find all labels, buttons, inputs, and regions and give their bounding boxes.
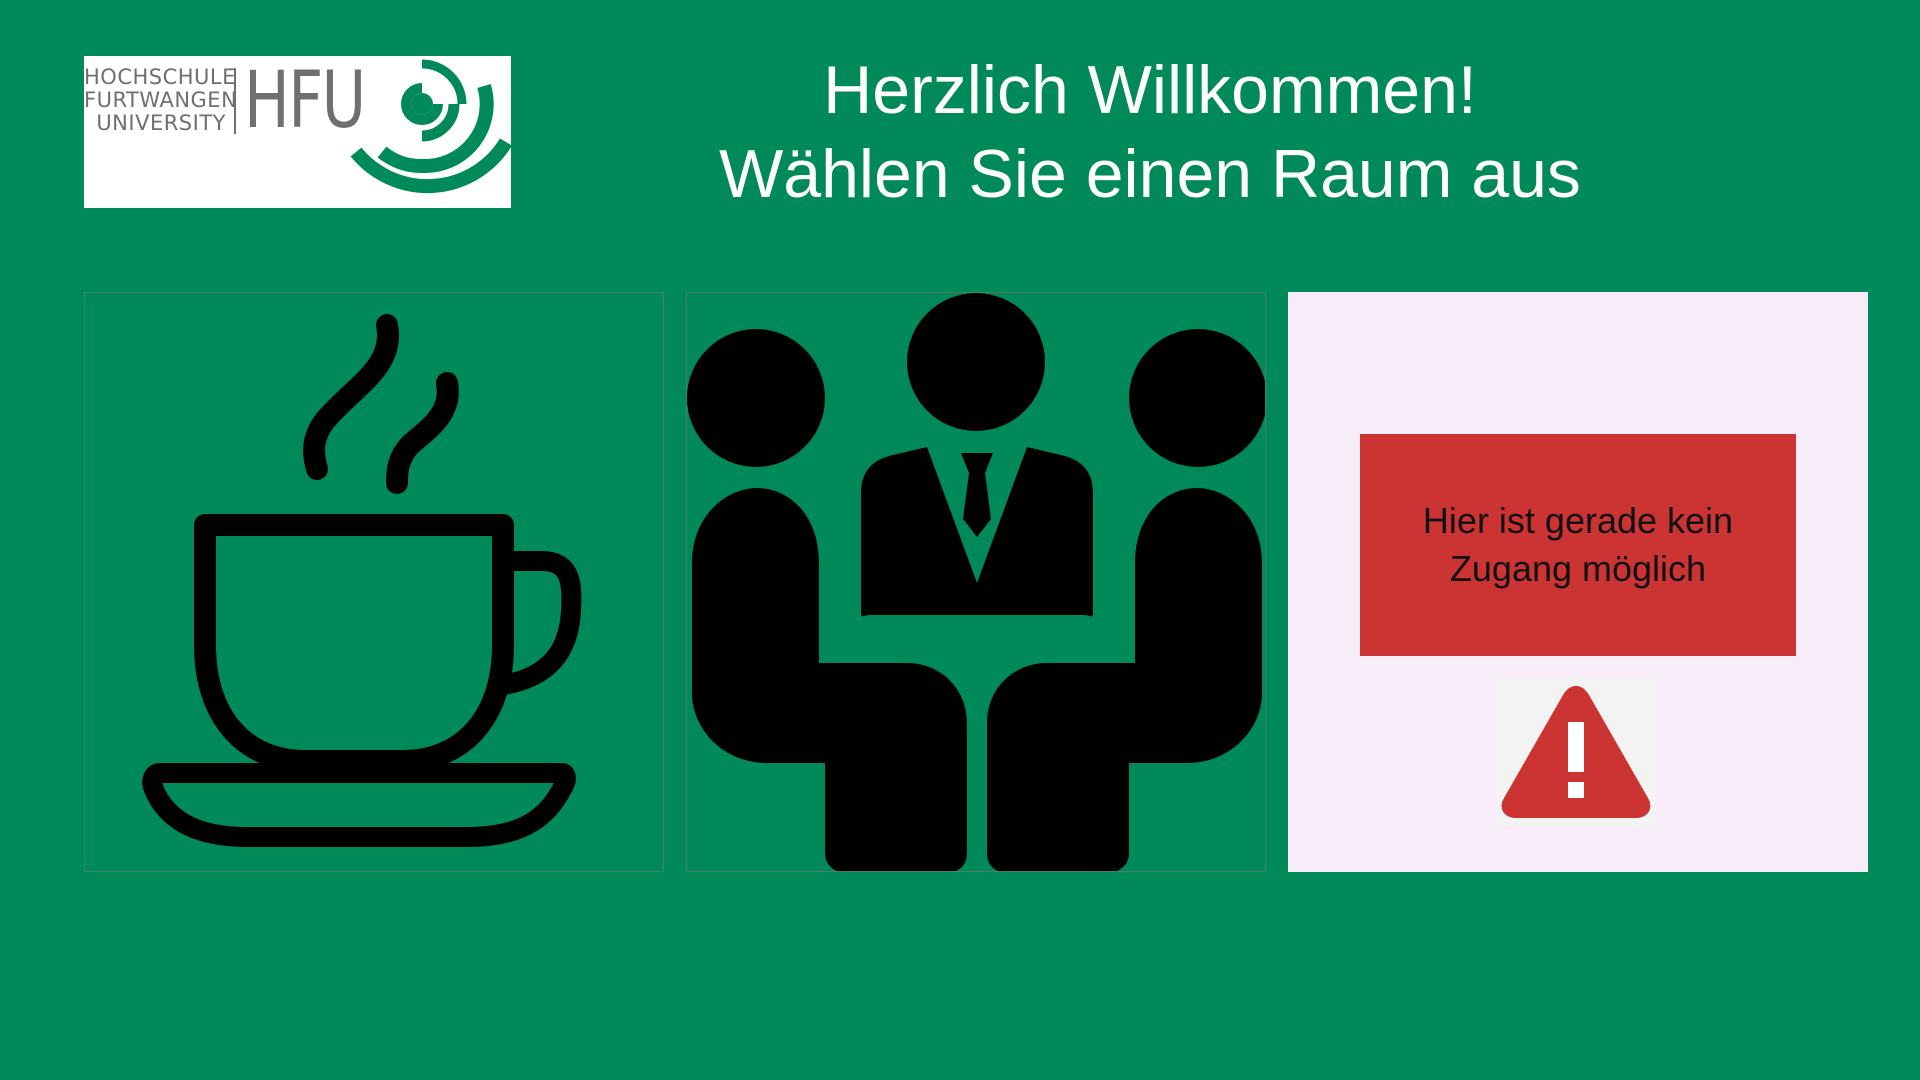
access-denied-text: Hier ist gerade kein Zugang möglich	[1422, 500, 1734, 589]
coffee-cup-icon	[142, 314, 582, 847]
warning-icon	[1501, 686, 1651, 818]
welcome-screen: HOCHSCHULE FURTWANGEN UNIVERSITY HFU Her…	[0, 0, 1920, 1080]
welcome-title: Herzlich Willkommen!	[823, 52, 1477, 128]
logo-line-1: HOCHSCHULE	[84, 65, 236, 89]
warning-icon-container	[1496, 678, 1656, 826]
room-tile-locked: Hier ist gerade kein Zugang möglich	[1288, 292, 1868, 872]
welcome-heading: Herzlich Willkommen! Wählen Sie einen Ra…	[650, 48, 1650, 216]
logo-mark-icon	[350, 59, 511, 194]
meeting-people-icon	[687, 293, 1265, 871]
logo-university-name: HOCHSCHULE FURTWANGEN UNIVERSITY	[84, 65, 238, 135]
room-tile-cafe[interactable]	[84, 292, 664, 872]
logo-divider	[234, 68, 236, 134]
room-tile-meeting[interactable]	[686, 292, 1266, 872]
hfu-logo: HOCHSCHULE FURTWANGEN UNIVERSITY HFU	[84, 56, 511, 208]
access-denied-notice: Hier ist gerade kein Zugang möglich	[1360, 434, 1796, 656]
logo-line-3: UNIVERSITY	[96, 111, 226, 135]
room-selection-prompt: Wählen Sie einen Raum aus	[719, 136, 1581, 212]
logo-line-2: FURTWANGEN	[84, 88, 238, 112]
